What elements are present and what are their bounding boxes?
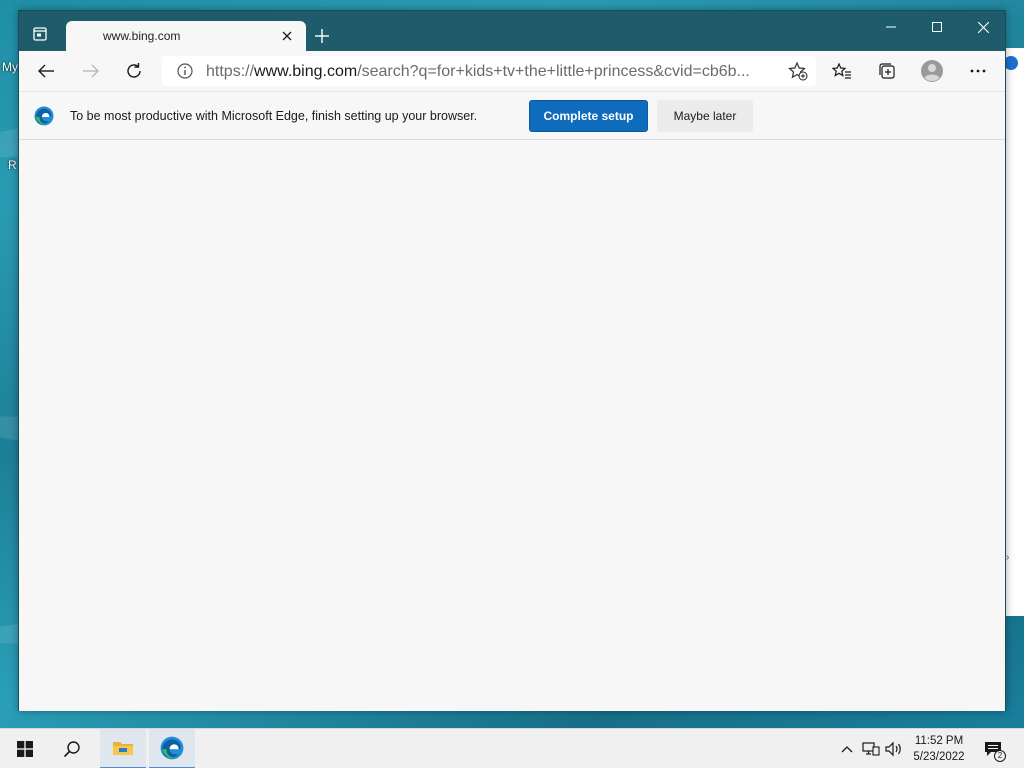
more-button[interactable] [963, 56, 993, 86]
maximize-button[interactable] [914, 11, 960, 43]
browser-window: www.bing.com https://www.bing.com/search… [18, 10, 1006, 711]
refresh-button[interactable] [119, 56, 149, 86]
close-window-icon [977, 21, 989, 33]
browser-tab[interactable]: www.bing.com [66, 21, 306, 51]
notification-center-button[interactable]: 2 [984, 740, 1006, 762]
start-button[interactable] [2, 729, 48, 768]
close-tab-button[interactable] [278, 27, 296, 45]
chevron-up-icon [841, 746, 853, 753]
forward-button[interactable] [76, 56, 106, 86]
refresh-icon [127, 63, 141, 78]
add-favorite-icon[interactable] [788, 61, 808, 81]
network-icon [862, 742, 880, 756]
show-hidden-icons-button[interactable] [838, 740, 856, 758]
taskbar: 11:52 PM 5/23/2022 2 [0, 728, 1024, 768]
profile-button[interactable] [917, 56, 947, 86]
navigation-toolbar: https://www.bing.com/search?q=for+kids+t… [19, 51, 1005, 91]
collections-icon [879, 63, 895, 79]
url-host: www.bing.com [254, 63, 358, 80]
maximize-icon [932, 22, 942, 32]
taskbar-clock[interactable]: 11:52 PM 5/23/2022 [900, 733, 978, 765]
address-url[interactable]: https://www.bing.com/search?q=for+kids+t… [206, 63, 750, 81]
complete-setup-button[interactable]: Complete setup [529, 100, 648, 132]
info-icon[interactable] [176, 62, 194, 80]
clock-date: 5/23/2022 [913, 751, 965, 763]
minimize-icon [886, 26, 896, 28]
close-tab-icon [282, 31, 292, 41]
desktop-icon-label[interactable]: My [2, 60, 18, 74]
more-icon [970, 69, 986, 73]
back-icon [38, 64, 54, 78]
close-window-button[interactable] [960, 11, 1006, 43]
new-tab-button[interactable] [311, 25, 333, 47]
network-button[interactable] [862, 740, 880, 758]
url-scheme: https:// [206, 63, 255, 80]
clock-time: 11:52 PM [914, 735, 964, 747]
favorites-icon [832, 62, 851, 79]
new-tab-icon [315, 29, 329, 43]
url-path: /search?q=for+kids+tv+the+little+princes… [357, 63, 750, 80]
background-scroll-arrow-icon: › [1006, 552, 1010, 563]
desktop-icon-label[interactable]: R [8, 158, 17, 172]
edge-logo-icon [34, 106, 54, 126]
infobar-message: To be most productive with Microsoft Edg… [70, 109, 478, 123]
favorites-button[interactable] [827, 56, 857, 86]
collections-button[interactable] [872, 56, 902, 86]
edge-taskbar-button[interactable] [149, 729, 195, 768]
search-button[interactable] [49, 729, 95, 768]
file-explorer-taskbar-button[interactable] [100, 729, 146, 768]
forward-icon [83, 64, 99, 78]
tab-actions-icon [33, 27, 47, 41]
title-bar: www.bing.com [19, 11, 1005, 51]
setup-infobar: To be most productive with Microsoft Edg… [19, 91, 1005, 140]
windows-start-icon [17, 741, 33, 757]
tab-title: www.bing.com [103, 29, 181, 43]
profile-icon [921, 60, 943, 82]
page-content[interactable] [19, 140, 1005, 711]
notification-count-badge: 2 [994, 750, 1006, 762]
address-bar[interactable]: https://www.bing.com/search?q=for+kids+t… [162, 56, 816, 86]
file-explorer-icon [113, 742, 133, 755]
back-button[interactable] [31, 56, 61, 86]
tab-actions-button[interactable] [29, 23, 51, 45]
maybe-later-button[interactable]: Maybe later [657, 100, 753, 132]
search-icon [63, 741, 80, 758]
minimize-button[interactable] [868, 11, 914, 43]
edge-taskbar-icon [160, 736, 184, 760]
background-window-avatar [1004, 56, 1018, 70]
